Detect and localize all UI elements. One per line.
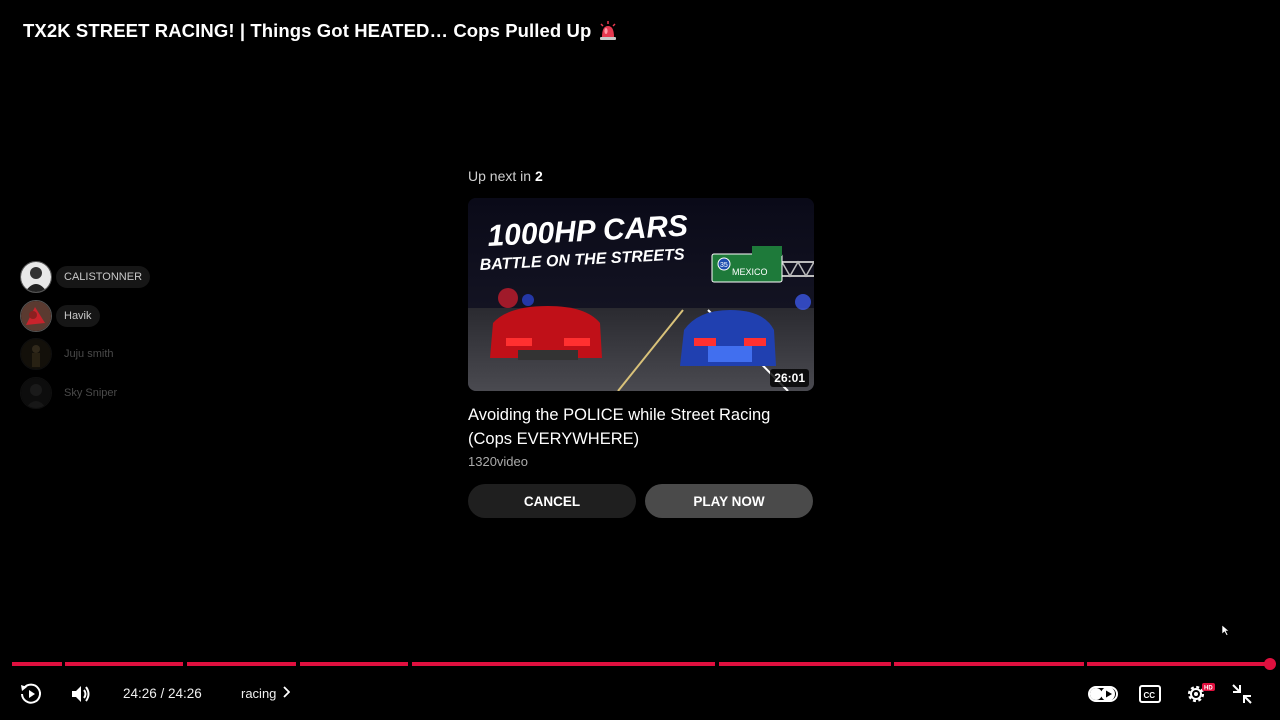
video-title-text: TX2K STREET RACING! | Things Got HEATED…… (23, 20, 592, 41)
up-next-channel[interactable]: 1320video (468, 454, 528, 469)
autoplay-toggle-icon[interactable] (1088, 682, 1120, 706)
up-next-title[interactable]: Avoiding the POLICE while Street Racing … (468, 403, 814, 451)
up-next-prefix: Up next in (468, 168, 532, 184)
chapter-segment (1087, 662, 1269, 666)
viewer-name: Juju smith (64, 348, 114, 361)
time-display: 24:26 / 24:26 (123, 686, 202, 701)
cancel-button[interactable]: CANCEL (468, 484, 636, 518)
play-now-button[interactable]: PLAY NOW (645, 484, 813, 518)
viewer-name: CALISTONNER (56, 266, 151, 289)
chapter-segment (412, 662, 715, 666)
up-next-card: Up next in 2 1000HP CARS BATTLE ON THE S… (468, 168, 814, 518)
progress-bar[interactable] (12, 662, 1269, 666)
video-title: TX2K STREET RACING! | Things Got HEATED…… (23, 20, 617, 42)
avatar-red-icon (20, 299, 52, 332)
chapter-segment (894, 662, 1084, 666)
svg-text:CC: CC (1144, 691, 1156, 700)
chapter-label: racing (241, 686, 277, 701)
police-siren-icon (599, 21, 617, 41)
viewer-name: Havik (56, 304, 100, 327)
up-next-thumbnail[interactable]: 1000HP CARS BATTLE ON THE STREETS MEXICO… (468, 198, 814, 391)
replay-icon[interactable] (18, 682, 44, 706)
volume-icon[interactable] (68, 682, 94, 706)
chapter-segment (12, 662, 62, 666)
chapter-segment (300, 662, 408, 666)
viewer-item[interactable]: CALISTONNER (20, 258, 151, 297)
viewer-item[interactable]: Juju smith (20, 335, 150, 374)
chapter-button[interactable]: racing (241, 686, 291, 701)
exit-fullscreen-icon[interactable] (1230, 682, 1254, 706)
viewer-item[interactable]: Havik (20, 297, 150, 336)
thumbnail-sign-route: 35 (720, 262, 728, 269)
settings-gear-icon[interactable]: HD (1184, 682, 1216, 706)
avatar-figure-icon (20, 338, 52, 371)
thumbnail-sign-text: MEXICO (732, 267, 768, 277)
chapter-segment (187, 662, 296, 666)
chevron-right-icon (282, 686, 291, 701)
viewer-name: Sky Sniper (64, 386, 118, 399)
viewer-list: CALISTONNER Havik Juju smith Sky Sniper (20, 258, 151, 413)
captions-icon[interactable]: CC (1138, 682, 1162, 706)
viewer-item[interactable]: Sky Sniper (20, 374, 150, 413)
hd-badge: HD (1204, 686, 1213, 692)
avatar-dark-icon (20, 376, 52, 409)
duration-badge: 26:01 (770, 369, 809, 387)
chapter-segment (65, 662, 183, 666)
up-next-countdown: 2 (534, 168, 543, 184)
scrubber-handle[interactable] (1264, 658, 1276, 670)
chapter-segment (719, 662, 891, 666)
up-next-label: Up next in 2 (468, 168, 814, 184)
mouse-cursor-icon (1221, 623, 1230, 641)
avatar-person-icon (20, 261, 52, 294)
